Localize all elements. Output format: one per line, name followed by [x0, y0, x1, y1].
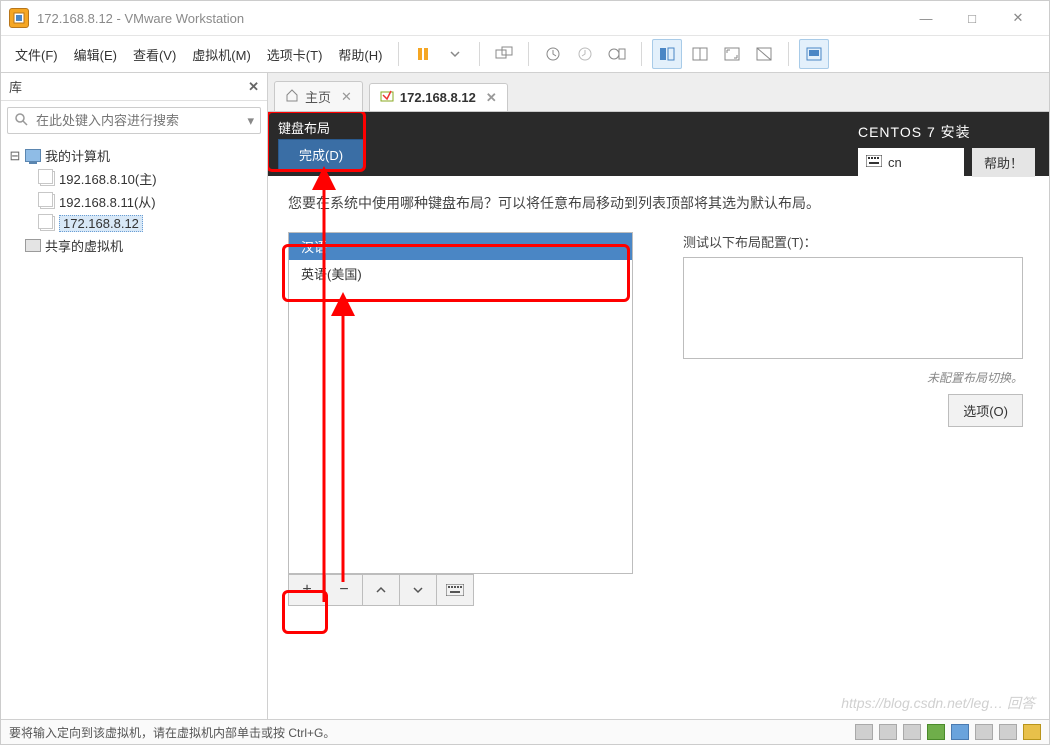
tray-hdd2-icon[interactable]: [879, 724, 897, 740]
app-window: 172.168.8.12 - VMware Workstation — □ ✕ …: [0, 0, 1050, 745]
menu-help[interactable]: 帮助(H): [332, 41, 388, 68]
remove-layout-button[interactable]: −: [325, 574, 363, 606]
title-bar: 172.168.8.12 - VMware Workstation — □ ✕: [1, 1, 1049, 36]
preview-layout-button[interactable]: [436, 574, 474, 606]
installer-body: 您要在系统中使用哪种键盘布局？可以将任意布局移动到列表顶部将其选为默认布局。 汉…: [268, 176, 1049, 622]
search-dropdown-icon[interactable]: ▾: [247, 113, 254, 129]
tab-vm-close-icon[interactable]: ✕: [486, 90, 497, 106]
move-up-button[interactable]: [362, 574, 400, 606]
test-layout-input[interactable]: [683, 257, 1023, 359]
tray-sound-icon[interactable]: [999, 724, 1017, 740]
status-bar: 要将输入定向到该虚拟机，请在虚拟机内部单击或按 Ctrl+G。: [1, 719, 1049, 744]
tree-item-vm1[interactable]: 192.168.8.10(主): [7, 167, 261, 190]
toolbar-clock-manage-icon[interactable]: [603, 40, 631, 68]
tray-network-icon[interactable]: [927, 724, 945, 740]
tree-root-label: 我的计算机: [45, 146, 110, 165]
tray-usb-icon[interactable]: [1023, 724, 1041, 740]
sidebar-search[interactable]: ▾: [7, 107, 261, 134]
toolbar-split-icon[interactable]: [686, 40, 714, 68]
keyboard-layout-list[interactable]: 汉语 英语(美国): [288, 232, 633, 574]
tray-display-icon[interactable]: [951, 724, 969, 740]
installer-screen-title: 键盘布局: [278, 118, 364, 137]
search-input[interactable]: [34, 112, 241, 129]
sidebar-title: 库: [9, 77, 22, 96]
layout-toolbar: + −: [288, 574, 633, 606]
close-button[interactable]: ✕: [995, 3, 1041, 33]
home-icon: [285, 88, 299, 105]
keyboard-icon: [866, 155, 882, 170]
window-title: 172.168.8.12 - VMware Workstation: [37, 11, 244, 26]
tray-printer-icon[interactable]: [975, 724, 993, 740]
done-button[interactable]: 完成(D): [278, 139, 364, 170]
search-icon: [14, 112, 28, 129]
menu-vm[interactable]: 虚拟机(M): [186, 41, 257, 68]
menu-bar: 文件(F) 编辑(E) 查看(V) 虚拟机(M) 选项卡(T) 帮助(H): [1, 36, 1049, 73]
tab-bar: 主页 ✕ 172.168.8.12 ✕: [268, 73, 1049, 112]
tree-item-vm3[interactable]: 172.168.8.12: [7, 213, 261, 234]
sidebar-header: 库 ✕: [1, 73, 267, 101]
tab-home-close-icon[interactable]: ✕: [341, 89, 352, 105]
installer-header: 键盘布局 完成(D) CENTOS 7 安装 cn 帮助！: [268, 112, 1049, 176]
tab-home-label: 主页: [305, 87, 331, 106]
library-tree: ⊟ 我的计算机 192.168.8.10(主) 192.168.8.11(从) …: [1, 140, 267, 719]
toolbar-clock2-icon[interactable]: [571, 40, 599, 68]
add-layout-button[interactable]: +: [288, 574, 326, 606]
toolbar-thumbnail-icon[interactable]: [652, 39, 682, 69]
tree-shared-label: 共享的虚拟机: [45, 236, 123, 255]
toolbar-dropdown-icon[interactable]: [441, 40, 469, 68]
toolbar-fullscreen-icon[interactable]: [718, 40, 746, 68]
tree-item-label: 192.168.8.10(主): [59, 169, 157, 188]
tray-hdd-icon[interactable]: [855, 724, 873, 740]
toolbar-console-icon[interactable]: [799, 39, 829, 69]
installer-prompt: 您要在系统中使用哪种键盘布局？可以将任意布局移动到列表顶部将其选为默认布局。: [288, 192, 1029, 214]
device-tray: [855, 724, 1041, 740]
help-button[interactable]: 帮助！: [972, 148, 1035, 177]
layout-item-selected[interactable]: 汉语: [289, 233, 632, 260]
layout-item[interactable]: 英语(美国): [289, 260, 632, 287]
watermark-text: https://blog.csdn.net/leg… 回答: [841, 693, 1035, 713]
menu-edit[interactable]: 编辑(E): [68, 41, 123, 68]
tab-home[interactable]: 主页 ✕: [274, 81, 363, 111]
main-area: 主页 ✕ 172.168.8.12 ✕ 键盘布局 完成(D): [268, 73, 1049, 719]
tree-item-label: 192.168.8.11(从): [59, 192, 156, 211]
menu-file[interactable]: 文件(F): [9, 41, 64, 68]
maximize-button[interactable]: □: [949, 3, 995, 33]
status-text: 要将输入定向到该虚拟机，请在虚拟机内部单击或按 Ctrl+G。: [9, 724, 335, 741]
keyboard-indicator[interactable]: cn: [858, 148, 964, 177]
toolbar-clock1-icon[interactable]: [539, 40, 567, 68]
body-area: 库 ✕ ▾ ⊟ 我的计算机 192.168.8.10(主) 1: [1, 73, 1049, 719]
menu-tabs[interactable]: 选项卡(T): [261, 41, 329, 68]
installer-product-title: CENTOS 7 安装: [858, 122, 1035, 142]
minimize-button[interactable]: —: [903, 3, 949, 33]
toolbar-unity-icon[interactable]: [750, 40, 778, 68]
test-layout-label: 测试以下布局配置(T)：: [683, 232, 1023, 251]
keyboard-lang-code: cn: [888, 155, 902, 170]
tray-cd-icon[interactable]: [903, 724, 921, 740]
tab-vm-label: 172.168.8.12: [400, 90, 476, 105]
tree-root-mycomputer[interactable]: ⊟ 我的计算机: [7, 144, 261, 167]
toolbar-pause-icon[interactable]: [409, 40, 437, 68]
no-switch-configured-label: 未配置布局切换。: [683, 369, 1023, 386]
tree-shared-vms[interactable]: 共享的虚拟机: [7, 234, 261, 257]
tree-item-vm2[interactable]: 192.168.8.11(从): [7, 190, 261, 213]
tree-item-label: 172.168.8.12: [59, 215, 143, 232]
vmware-logo-icon: [9, 8, 29, 28]
vm-tab-icon: [380, 89, 394, 106]
move-down-button[interactable]: [399, 574, 437, 606]
library-sidebar: 库 ✕ ▾ ⊟ 我的计算机 192.168.8.10(主) 1: [1, 73, 268, 719]
toolbar-snapshot-icon[interactable]: [490, 40, 518, 68]
tab-vm[interactable]: 172.168.8.12 ✕: [369, 83, 508, 111]
options-button[interactable]: 选项(O): [948, 394, 1023, 427]
sidebar-close-icon[interactable]: ✕: [248, 79, 259, 95]
vm-console-view[interactable]: 键盘布局 完成(D) CENTOS 7 安装 cn 帮助！: [268, 112, 1049, 719]
menu-view[interactable]: 查看(V): [127, 41, 182, 68]
